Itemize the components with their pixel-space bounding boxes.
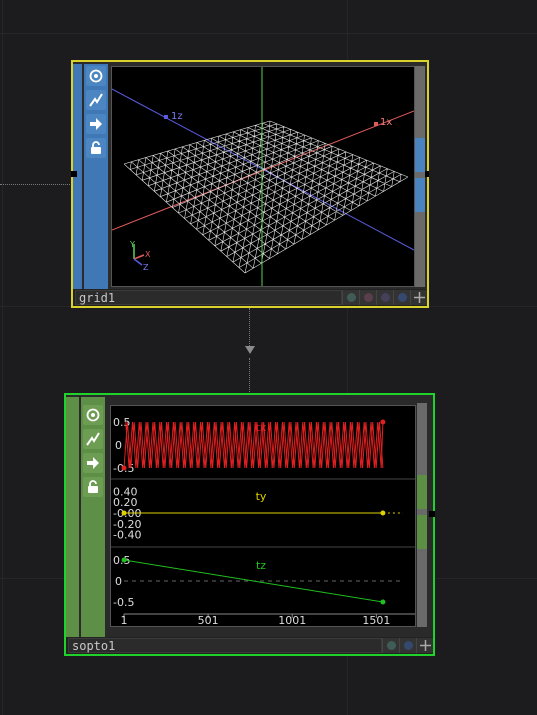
ty-channel-name: ty [256, 490, 267, 503]
grid-mesh-wire [123, 120, 409, 274]
viewer-toggle-button[interactable] [86, 66, 106, 86]
node-sidebar [81, 397, 105, 637]
connection-arrow-icon [245, 346, 255, 354]
gizmo-x-label: X [145, 250, 151, 259]
x-tick-label: 501 [198, 614, 219, 626]
scrollbar-thumb[interactable] [415, 178, 425, 212]
lock-icon [91, 141, 101, 154]
flag-clone[interactable] [342, 290, 359, 305]
x-tick-label: 1 [121, 614, 128, 626]
bypass-button[interactable] [83, 429, 103, 449]
node-footer: sopto1 [66, 637, 433, 654]
x-tick-label: 1001 [278, 614, 306, 626]
network-grid-line [0, 33, 537, 34]
flag-dot-icon [397, 293, 407, 302]
flag-template[interactable] [359, 290, 376, 305]
crosshair-icon [419, 640, 431, 651]
tz-series-line [123, 559, 383, 603]
flag-dot-icon [363, 293, 373, 302]
input-wire[interactable] [0, 184, 70, 185]
grid-mesh [123, 120, 409, 274]
input-connector[interactable] [71, 171, 77, 177]
scrollbar-thumb[interactable] [417, 515, 427, 549]
arrow-right-icon [87, 457, 99, 469]
node-edge [66, 397, 79, 637]
channel-viewer[interactable]: 0.50-0.5tx0.400.20-0.00-0.20-0.40ty0.50-… [110, 405, 416, 627]
flag-display[interactable] [399, 638, 416, 653]
channel-graph[interactable]: 0.50-0.5tx0.400.20-0.00-0.20-0.40ty0.50-… [111, 406, 415, 627]
viewport-3d[interactable]: 1z 1x Y X Z [111, 67, 415, 286]
x-tick-label: 1501 [362, 614, 390, 626]
crosshair-icon [413, 292, 425, 303]
grid-sop-node[interactable]: 1z 1x Y X Z grid1 [71, 60, 429, 308]
bypass-icon [86, 432, 100, 446]
sopto-chop-node[interactable]: 0.50-0.5tx0.400.20-0.00-0.20-0.40ty0.50-… [64, 393, 435, 656]
tx-start-point [121, 465, 127, 471]
gizmo-z-label: Z [143, 263, 149, 272]
y-tick-label: 0 [115, 439, 122, 452]
tz-start-point [121, 557, 127, 563]
target-icon [89, 69, 103, 83]
node-name-field[interactable]: sopto1 [68, 638, 382, 653]
connection-wire[interactable] [249, 308, 250, 346]
node-sidebar [84, 64, 108, 289]
y-tick-label: -0.40 [113, 529, 141, 542]
scrollbar-thumb[interactable] [417, 475, 427, 509]
tx-channel-name: tx [256, 421, 267, 434]
viewer-toggle-button[interactable] [83, 405, 103, 425]
pin-button[interactable] [410, 290, 427, 305]
x-axis-label: 1x [380, 117, 392, 128]
z-axis-marker [164, 115, 168, 119]
ty-start-point [121, 510, 127, 516]
flag-dot-icon [380, 293, 390, 302]
gizmo-y-label: Y [129, 240, 135, 249]
arrow-right-icon [90, 118, 102, 130]
y-tick-label: -0.5 [113, 596, 134, 609]
bypass-button[interactable] [86, 90, 106, 110]
flag-display[interactable] [393, 290, 410, 305]
pin-button[interactable] [416, 638, 433, 653]
tx-end-point [380, 419, 386, 425]
viewer-scrollbar[interactable] [415, 66, 425, 287]
node-name-field[interactable]: grid1 [75, 290, 342, 305]
tz-channel-name: tz [256, 559, 266, 572]
flag-dot-icon [346, 293, 356, 302]
flag-dot-icon [386, 641, 396, 650]
bypass-icon [89, 93, 103, 107]
lock-icon [88, 480, 98, 493]
z-axis-label: 1z [171, 111, 183, 122]
flag-render[interactable] [376, 290, 393, 305]
target-icon [86, 408, 100, 422]
tz-end-point [380, 599, 386, 605]
flag-clone[interactable] [382, 638, 399, 653]
lock-button[interactable] [86, 138, 106, 158]
x-axis-marker [374, 122, 378, 126]
connection-wire[interactable] [249, 358, 250, 394]
lock-button[interactable] [83, 477, 103, 497]
output-connector[interactable] [429, 511, 435, 517]
flag-dot-icon [403, 641, 413, 650]
y-tick-label: 0 [115, 575, 122, 588]
node-footer: grid1 [73, 289, 427, 306]
ty-end-point [380, 510, 386, 516]
geometry-viewer[interactable]: 1z 1x Y X Z [111, 66, 415, 287]
viewer-scrollbar[interactable] [417, 403, 427, 627]
axis-gizmo-icon: Y X Z [129, 240, 151, 272]
display-flag-button[interactable] [86, 114, 106, 134]
display-flag-button[interactable] [83, 453, 103, 473]
network-grid-line [2, 0, 3, 715]
scrollbar-thumb[interactable] [415, 138, 425, 172]
